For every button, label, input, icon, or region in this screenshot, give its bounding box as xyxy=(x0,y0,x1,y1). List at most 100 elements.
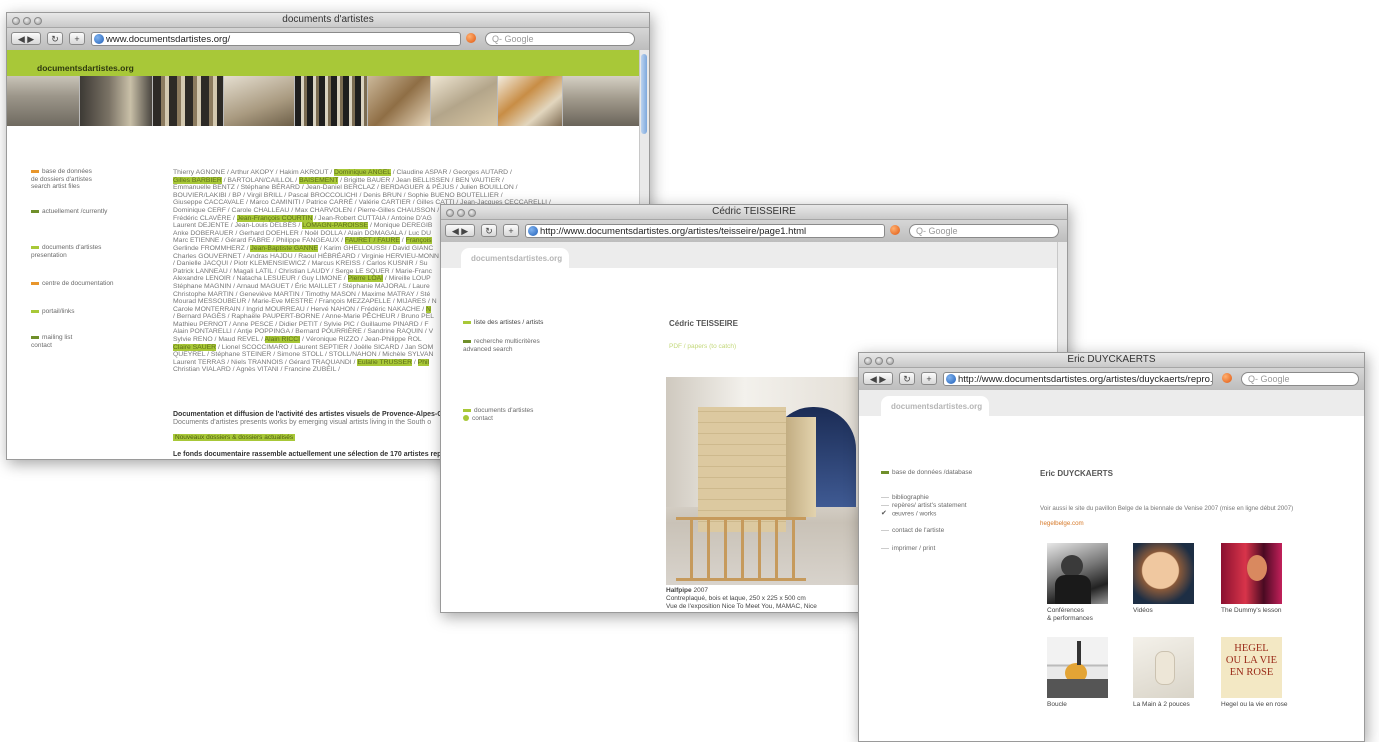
artist-names[interactable]: Mathieu PERNOT / Anne PESCE / Didier PET… xyxy=(173,321,428,328)
artist-names[interactable]: / xyxy=(400,237,406,244)
thumb-hegel[interactable]: HEGEL OU LA VIE EN ROSE xyxy=(1221,637,1282,698)
site-logo[interactable]: documentsdartistes.org xyxy=(891,402,982,411)
highlighted-artist-link[interactable]: Pierre LOAÏ xyxy=(347,275,384,283)
artwork-photo[interactable] xyxy=(666,377,862,585)
highlighted-artist-link[interactable]: BAISEMENT xyxy=(299,176,339,184)
artist-names[interactable]: QUEYREL / Stéphane STEINER / Simone STOL… xyxy=(173,351,433,358)
nav-statement[interactable]: repères/ artist's statement xyxy=(881,502,967,510)
artist-names[interactable]: / Véronique RIZZO / Jean-Philippe ROL xyxy=(300,336,422,343)
artist-names[interactable]: / xyxy=(412,359,418,366)
artist-names[interactable]: / Lionel SCOCCIMARO / Laurent SEPTIER / … xyxy=(216,344,433,351)
nav-contact-artist[interactable]: contact de l'artiste xyxy=(881,527,944,535)
artist-names[interactable]: Christian VIALARD / Agnès VITANI / Franc… xyxy=(173,366,340,373)
rss-icon[interactable] xyxy=(1222,373,1232,383)
add-bookmark-button[interactable]: + xyxy=(503,224,519,237)
highlighted-artist-link[interactable]: Claire SAUER xyxy=(173,343,217,351)
address-bar[interactable]: www.documentsdartistes.org/ xyxy=(91,32,461,46)
nav-currently[interactable]: actuellement /currently xyxy=(31,208,107,216)
artist-names[interactable]: Patrick LANNEAU / Magali LATIL / Christi… xyxy=(173,268,432,275)
artist-names[interactable]: / Monique DEREGIB xyxy=(368,222,432,229)
thumb-videos[interactable] xyxy=(1133,543,1194,604)
browser-toolbar: ◀ ▶ ↻ + www.documentsdartistes.org/ Q- G… xyxy=(7,28,649,51)
artist-names[interactable]: Frédéric CLAVÈRE / xyxy=(173,215,237,222)
scroll-thumb[interactable] xyxy=(641,54,647,134)
artist-names[interactable]: Carole MONTERRAIN / Ingrid MOURREAU / He… xyxy=(173,306,426,313)
nav-artists-list[interactable]: liste des artistes / artists xyxy=(463,319,543,327)
hegel-link[interactable]: hegelbelge.com xyxy=(1040,520,1084,527)
artist-names[interactable]: Thierry AGNONE / Arthur AKOPY / Hakim AK… xyxy=(173,169,334,176)
artist-names[interactable]: BOUVIER/LAKIBI / BP / Virgil BRILL / Pas… xyxy=(173,192,503,199)
highlighted-artist-link[interactable]: N xyxy=(426,305,431,313)
highlighted-artist-link[interactable]: Phil xyxy=(417,358,429,366)
rss-icon[interactable] xyxy=(890,225,900,235)
back-forward-button[interactable]: ◀ ▶ xyxy=(863,372,893,385)
nav-presentation[interactable]: documents d'artistes presentation xyxy=(31,244,101,259)
thumb-conferences[interactable] xyxy=(1047,543,1108,604)
reload-button[interactable]: ↻ xyxy=(899,372,915,385)
highlighted-artist-link[interactable]: Gilles BARBIER xyxy=(173,176,222,184)
artist-names[interactable]: / Danielle JACQUI / Piotr KLEMENSIEWICZ … xyxy=(173,260,428,267)
pdf-link[interactable]: PDF / papers (to catch) xyxy=(669,343,736,350)
highlighted-artist-link[interactable]: Jean-Baptiste GANNE xyxy=(250,244,319,252)
artist-names[interactable]: Marc ETIENNE / Gérard FABRE / Philippe F… xyxy=(173,237,345,244)
search-field[interactable]: Q- Google xyxy=(909,224,1059,238)
search-field[interactable]: Q- Google xyxy=(485,32,635,46)
address-bar[interactable]: http://www.documentsdartistes.org/artist… xyxy=(525,224,885,238)
nav-bibliography[interactable]: bibliographie xyxy=(881,494,929,502)
nav-database[interactable]: base de données /database xyxy=(881,469,972,477)
search-field[interactable]: Q- Google xyxy=(1241,372,1359,386)
nav-database[interactable]: base de données de dossiers d'artistes s… xyxy=(31,168,92,191)
artist-names[interactable]: Stéphane MAGNIN / Arnaud MAGUET / Éric M… xyxy=(173,283,430,290)
highlighted-artist-link[interactable]: Alain RICCI xyxy=(264,336,301,344)
artist-names[interactable]: / Karim GHELLOUSSI / David GIANC xyxy=(318,245,433,252)
artist-names[interactable]: Laurent TERRAS / Niels TRANNOIS / Gérard… xyxy=(173,359,357,366)
back-forward-button[interactable]: ◀ ▶ xyxy=(445,224,475,237)
address-bar[interactable]: http://www.documentsdartistes.org/artist… xyxy=(943,372,1213,386)
nav-contact[interactable]: contact xyxy=(463,415,493,423)
reload-button[interactable]: ↻ xyxy=(481,224,497,237)
artist-names[interactable]: Anke DOBERAUER / Gerhard DOEHLER / Noël … xyxy=(173,230,431,237)
rss-icon[interactable] xyxy=(466,33,476,43)
artist-names[interactable]: Gerlinde FROMMHERZ / xyxy=(173,245,250,252)
nav-works[interactable]: ✔ œuvres / works xyxy=(881,510,936,518)
add-bookmark-button[interactable]: + xyxy=(921,372,937,385)
new-files-link[interactable]: Nouveaux dossiers & dossiers actualisés xyxy=(173,434,296,441)
nav-documents[interactable]: documents d'artistes xyxy=(463,407,533,415)
artist-names[interactable]: Mourad MESSOUBEUR / Marie-Eve MESTRE / F… xyxy=(173,298,437,305)
artist-names[interactable]: Dominique CERF / Carole CHALLEAU / Max C… xyxy=(173,207,439,214)
artist-names[interactable]: / BARTOLAN/CAILLOL / xyxy=(222,177,299,184)
reload-button[interactable]: ↻ xyxy=(47,32,63,45)
back-forward-button[interactable]: ◀ ▶ xyxy=(11,32,41,45)
thumb-dummys-lesson[interactable] xyxy=(1221,543,1282,604)
thumb-main-deux-pouces[interactable] xyxy=(1133,637,1194,698)
artist-names[interactable]: / Brigitte BAUER / Jean BELLISSEN / BEN … xyxy=(338,177,504,184)
nav-links[interactable]: portail/links xyxy=(31,308,75,316)
highlighted-artist-link[interactable]: LOMAGN-PAROISSE xyxy=(302,222,369,230)
artist-names[interactable]: Emmanuelle BENTZ / Stéphane BÉRARD / Jea… xyxy=(173,184,518,191)
site-logo[interactable]: documentsdartistes.org xyxy=(471,254,562,263)
artist-names[interactable]: Alain PONTARELLI / Antje POPPINGA / Bern… xyxy=(173,328,433,335)
nav-print[interactable]: imprimer / print xyxy=(881,545,935,553)
nav-documentation[interactable]: centre de documentation xyxy=(31,280,114,288)
artist-names[interactable]: / Mireille LOUP xyxy=(383,275,431,282)
nav-mailing-contact[interactable]: mailing list contact xyxy=(31,334,72,349)
add-bookmark-button[interactable]: + xyxy=(69,32,85,45)
artist-names[interactable]: / Claudine ASPAR / Georges AUTARD / xyxy=(391,169,512,176)
highlighted-artist-link[interactable]: Dominique ANGEL xyxy=(334,169,391,176)
artist-names[interactable]: Laurent DEJENTE / Jean-Louis DELBÈS / xyxy=(173,222,302,229)
artist-names[interactable]: Sylvie RENO / Maud REVEL / xyxy=(173,336,265,343)
nav-advanced-search[interactable]: recherche multicritères advanced search xyxy=(463,338,540,353)
artist-names[interactable]: Alexandre LENOIR / Natacha LESUEUR / Guy… xyxy=(173,275,348,282)
artist-names[interactable]: / Jean-Robert CUTTAIA / Antoine D'AG xyxy=(313,215,432,222)
artist-names[interactable]: Christophe MARTIN / Geneviève MARTIN / T… xyxy=(173,291,430,298)
highlighted-artist-link[interactable]: Jean-François COURTIN xyxy=(236,214,313,222)
green-bullet-icon xyxy=(31,245,39,249)
artist-names[interactable]: / Bernard PAGÈS / Raphaële PAUPERT-BORNE… xyxy=(173,313,434,320)
intro-text: Documentation et diffusion de l'activité… xyxy=(173,411,453,418)
artist-names[interactable]: Charles GOUVERNET / Andras HAJDU / Raoul… xyxy=(173,253,439,260)
site-logo[interactable]: documentsdartistes.org xyxy=(37,63,134,73)
thumb-boucle[interactable] xyxy=(1047,637,1108,698)
highlighted-artist-link[interactable]: François xyxy=(405,237,432,245)
highlighted-artist-link[interactable]: FAURET / FAURE xyxy=(344,237,400,245)
highlighted-artist-link[interactable]: Eulalie TRUSSER xyxy=(357,358,412,366)
